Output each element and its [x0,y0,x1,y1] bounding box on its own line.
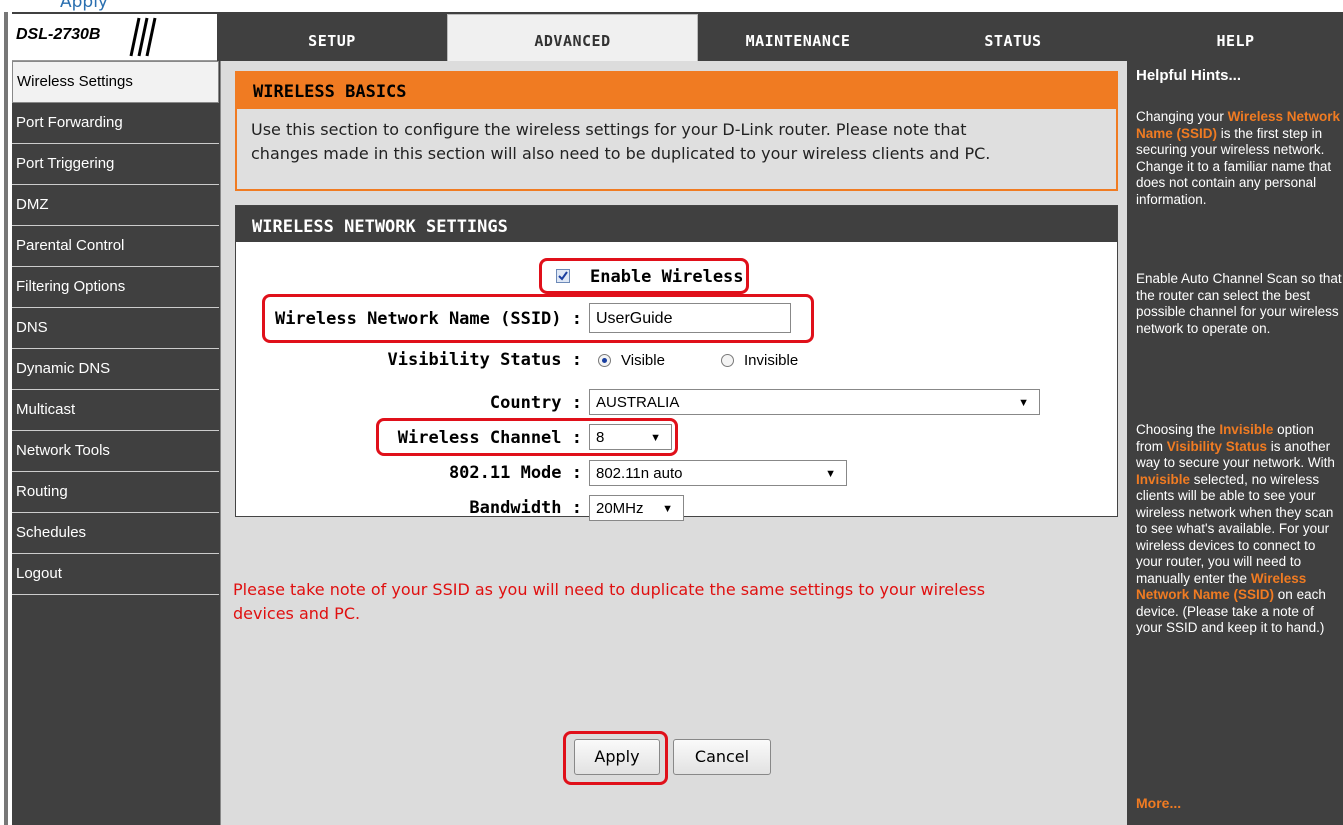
wireless-network-settings-title: WIRELESS NETWORK SETTINGS [236,206,1117,242]
note-line-1: Please take note of your SSID as you wil… [233,580,986,599]
sidebar-item-dynamic-dns[interactable]: Dynamic DNS [12,349,219,390]
more-link[interactable]: More... [1136,795,1181,811]
help-highlight: Invisible [1136,471,1191,487]
apply-button[interactable]: Apply [574,739,660,775]
logo-slashes-icon [129,17,157,57]
chevron-down-icon: ▼ [1018,397,1029,409]
helpful-hints-title: Helpful Hints... [1136,67,1241,84]
sidebar-item-network-tools[interactable]: Network Tools [12,431,219,472]
bandwidth-label: Bandwidth : [469,498,582,518]
country-value: AUSTRALIA [596,394,680,411]
bandwidth-select[interactable]: 20MHz ▼ [589,495,684,521]
tab-help[interactable]: HELP [1128,26,1343,60]
enable-wireless-label: Enable Wireless [590,267,744,287]
checkmark-icon [558,271,568,281]
mode-value: 802.11n auto [596,465,683,482]
chevron-down-icon: ▼ [662,503,673,515]
ssid-label: Wireless Network Name (SSID) : [274,309,582,329]
mode-select[interactable]: 802.11n auto ▼ [589,460,847,486]
tab-maintenance[interactable]: MAINTENANCE [698,26,898,60]
sidebar-item-wireless-settings[interactable]: Wireless Settings [12,61,219,103]
cancel-button[interactable]: Cancel [673,739,771,775]
country-label: Country : [489,393,582,413]
visibility-visible-label: Visible [621,352,665,369]
description-line-1: Use this section to configure the wirele… [251,120,967,139]
wireless-basics-title: WIRELESS BASICS [237,73,1116,109]
help-paragraph-invisible: Choosing the Invisible option from Visib… [1136,422,1343,637]
channel-value: 8 [596,429,605,446]
help-text: Changing your [1136,109,1228,124]
visibility-visible-radio[interactable] [598,354,611,367]
sidebar-item-parental-control[interactable]: Parental Control [12,226,219,267]
wireless-basics-description: Use this section to configure the wirele… [237,109,1116,175]
sidebar-item-multicast[interactable]: Multicast [12,390,219,431]
ssid-note: Please take note of your SSID as you wil… [233,578,1113,626]
page-top-fragment: Apply [0,0,1343,12]
top-fragment-text: Apply [60,0,108,12]
enable-wireless-checkbox[interactable] [556,269,570,283]
sidebar-item-routing[interactable]: Routing [12,472,219,513]
visibility-invisible-label: Invisible [744,352,799,369]
help-highlight: Invisible [1219,422,1274,437]
sidebar-item-schedules[interactable]: Schedules [12,513,219,554]
sidebar: Wireless Settings Port Forwarding Port T… [12,61,219,595]
tab-setup[interactable]: SETUP [219,26,445,60]
sidebar-item-port-triggering[interactable]: Port Triggering [12,144,219,185]
tab-status[interactable]: STATUS [900,26,1126,60]
left-edge-bar [0,12,12,825]
wireless-basics-section: WIRELESS BASICS Use this section to conf… [235,71,1118,191]
sidebar-item-dns[interactable]: DNS [12,308,219,349]
help-text: Choosing the [1136,422,1220,437]
country-select[interactable]: AUSTRALIA ▼ [589,389,1040,415]
sidebar-item-dmz[interactable]: DMZ [12,185,219,226]
mode-label: 802.11 Mode : [448,463,582,483]
model-name: DSL-2730B [16,26,101,43]
model-logo: DSL-2730B [12,14,217,61]
sidebar-item-logout[interactable]: Logout [12,554,219,595]
bandwidth-value: 20MHz [596,500,644,517]
chevron-down-icon: ▼ [650,432,661,444]
visibility-status-label: Visibility Status : [387,350,582,370]
ssid-input[interactable]: UserGuide [589,303,791,333]
tab-advanced[interactable]: ADVANCED [447,14,698,62]
note-line-2: devices and PC. [233,604,361,623]
description-line-2: changes made in this section will also n… [251,144,991,163]
wireless-channel-label: Wireless Channel : [397,428,582,448]
help-paragraph-ssid: Changing your Wireless Network Name (SSI… [1136,109,1343,208]
help-panel: Helpful Hints... Changing your Wireless … [1127,61,1343,825]
help-text: selected, no wireless clients will be ab… [1136,471,1334,586]
visibility-invisible-radio[interactable] [721,354,734,367]
sidebar-item-port-forwarding[interactable]: Port Forwarding [12,103,219,144]
sidebar-item-filtering-options[interactable]: Filtering Options [12,267,219,308]
help-paragraph-channel: Enable Auto Channel Scan so that the rou… [1136,271,1342,336]
chevron-down-icon: ▼ [825,468,836,480]
wireless-channel-select[interactable]: 8 ▼ [589,424,672,450]
help-highlight: Visibility Status [1166,438,1268,454]
